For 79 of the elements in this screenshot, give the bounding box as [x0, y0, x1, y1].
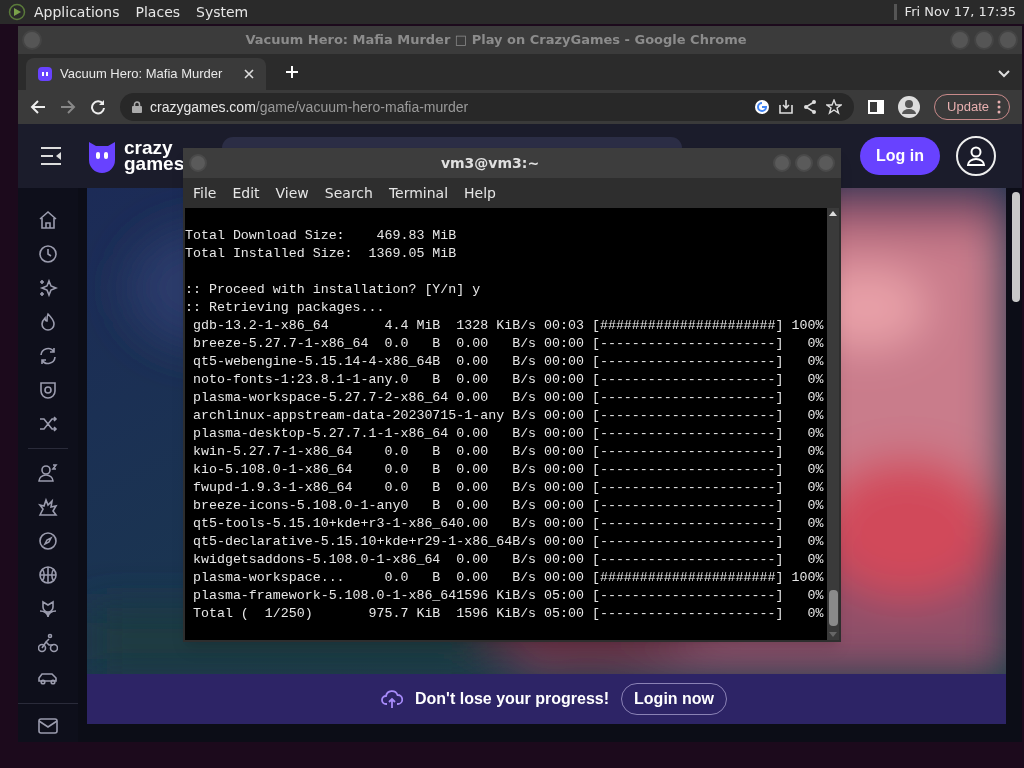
terminal-line: Total ( 1/250) 975.7 KiB 1596 KiB/s 05:00 [----------------------] 0%: [191, 605, 824, 623]
terminal-scrollbar[interactable]: [827, 208, 839, 640]
window-title: vm3@vm3:~: [439, 153, 541, 173]
terminal-line: Total Download Size: 469.83 MiB: [185, 227, 457, 245]
menu-item[interactable]: Terminal: [380, 182, 457, 204]
clock-icon[interactable]: [38, 244, 58, 264]
banner-text: Don't lose your progress!: [415, 689, 610, 709]
lock-icon: [132, 101, 142, 113]
profile-icon[interactable]: [898, 96, 921, 118]
scroll-up-icon[interactable]: [829, 210, 837, 216]
terminal-line: :: Proceed with installation? [Y/n] y: [185, 281, 481, 299]
terminal-line: Total Installed Size: 1369.05 MiB: [185, 245, 457, 263]
compass-icon[interactable]: [38, 531, 58, 551]
terminal-line: qt5-declarative-5.15.10+kde+r29-1-x86_64B/s 00:00 [----------------------] 0%: [191, 533, 824, 551]
menu-item[interactable]: Edit: [224, 182, 268, 204]
terminal-line: qt5-tools-5.15.10+kde+r3-1-x86_640.00 B/s 00:00 [----------------------] 0%: [191, 515, 824, 533]
panel-menu[interactable]: Places: [135, 1, 181, 23]
refresh-icon[interactable]: [38, 346, 58, 366]
terminal-line: breeze-5.27.7-1-x86_64 0.0 B 0.00 B/s 00:00 [----------------------] 0%: [191, 335, 824, 353]
terminal-line: kio-5.108.0-1-x86_64 0.0 B 0.00 B/s 00:00 [----------------------] 0%: [191, 461, 824, 479]
terminal-line: breeze-icons-5.108.0-1-any0 B 0.00 B/s 00:00 [----------------------] 0%: [191, 497, 824, 515]
favicon-icon: [38, 67, 52, 81]
terminal-line: gdb-13.2-1-x86_64 4.4 MiB 1328 KiB/s 00:03 [######################] 100%: [191, 317, 824, 335]
home-icon[interactable]: [38, 210, 58, 230]
search-field[interactable]: [222, 137, 683, 148]
forward-icon[interactable]: [60, 99, 76, 115]
user-icon: [967, 146, 985, 166]
share-icon[interactable]: [802, 99, 819, 115]
terminal-line: kwidgetsaddons-5.108.0-1-x86_64 0.00 B/s 00:00 [----------------------] 0%: [191, 551, 824, 569]
users-icon[interactable]: [38, 463, 58, 483]
more-icon: [997, 100, 1001, 114]
account-button[interactable]: [956, 136, 996, 176]
menu-item[interactable]: Help: [456, 182, 504, 204]
plus-icon: [285, 65, 299, 79]
explosion-icon[interactable]: [38, 497, 58, 517]
browser-tab[interactable]: Vacuum Hero: Mafia Murder: [26, 58, 266, 90]
badge-icon[interactable]: [38, 380, 58, 400]
tab-title: Vacuum Hero: Mafia Murder: [60, 65, 224, 84]
menu-item[interactable]: File: [185, 182, 225, 204]
chevron-down-icon[interactable]: [998, 70, 1010, 78]
close-icon[interactable]: [244, 69, 254, 79]
mail-icon[interactable]: [38, 718, 58, 734]
terminal-line: noto-fonts-1:23.8.1-1-any.0 B 0.00 B/s 00:00 [----------------------] 0%: [191, 371, 824, 389]
reload-icon[interactable]: [90, 99, 106, 115]
terminal-line: plasma-desktop-5.27.7.1-1-x86_64 0.00 B/s 00:00 [----------------------] 0%: [191, 425, 824, 443]
google-icon[interactable]: [754, 99, 771, 115]
terminal-line: qt5-webengine-5.15.14-4-x86_64B 0.00 B/s 00:00 [----------------------] 0%: [191, 353, 824, 371]
bicycle-icon[interactable]: [38, 633, 58, 653]
clock[interactable]: Fri Nov 17, 17:35: [904, 2, 1016, 22]
window-title: Vacuum Hero: Mafia Murder □ Play on CrazyGames - Google Chrome: [244, 31, 748, 50]
star-icon[interactable]: [826, 99, 843, 115]
login-button[interactable]: Log in: [860, 137, 940, 175]
menu-logo-icon[interactable]: [8, 3, 26, 21]
back-icon[interactable]: [30, 99, 46, 115]
sparkle-icon[interactable]: [38, 278, 58, 298]
side-panel-icon[interactable]: [868, 99, 885, 115]
basketball-icon[interactable]: [38, 565, 58, 585]
terminal-line: :: Retrieving packages...: [185, 299, 385, 317]
address-bar[interactable]: crazygames.com/game/vacuum-hero-mafia-murder: [120, 93, 855, 121]
terminal-line: plasma-workspace-5.27.7-2-x86_64 0.00 B/s 00:00 [----------------------] 0%: [191, 389, 824, 407]
menu-icon[interactable]: [40, 146, 62, 166]
shuffle-icon[interactable]: [38, 414, 58, 434]
flame-icon[interactable]: [38, 312, 58, 332]
terminal-line: plasma-framework-5.108.0-1-x86_641596 KiB/s 05:00 [----------------------] 0%: [191, 587, 824, 605]
panel-separator: [893, 4, 897, 20]
terminal-line: kwin-5.27.7-1-x86_64 0.0 B 0.00 B/s 00:00 [----------------------] 0%: [191, 443, 824, 461]
scrollbar-thumb[interactable]: [828, 590, 838, 626]
menu-item[interactable]: Search: [316, 182, 381, 204]
menu-item[interactable]: View: [267, 182, 317, 204]
panel-menu[interactable]: System: [196, 1, 249, 23]
panel-menu[interactable]: Applications: [34, 1, 120, 23]
url-text: crazygames.com/game/vacuum-hero-mafia-murder: [150, 97, 469, 117]
cloud-upload-icon: [381, 689, 403, 709]
terminal-line: plasma-workspace... 0.0 B 0.00 B/s 00:00 [######################] 100%: [191, 569, 824, 587]
install-icon[interactable]: [778, 99, 795, 115]
page-scrollbar[interactable]: [1012, 192, 1020, 302]
terminal-line: fwupd-1.9.3-1-x86_64 0.0 B 0.00 B/s 00:00 [----------------------] 0%: [191, 479, 824, 497]
terminal-line: archlinux-appstream-data-20230715-1-any B/s 00:00 [----------------------] 0%: [191, 407, 824, 425]
logo-text: crazy: [124, 140, 174, 156]
